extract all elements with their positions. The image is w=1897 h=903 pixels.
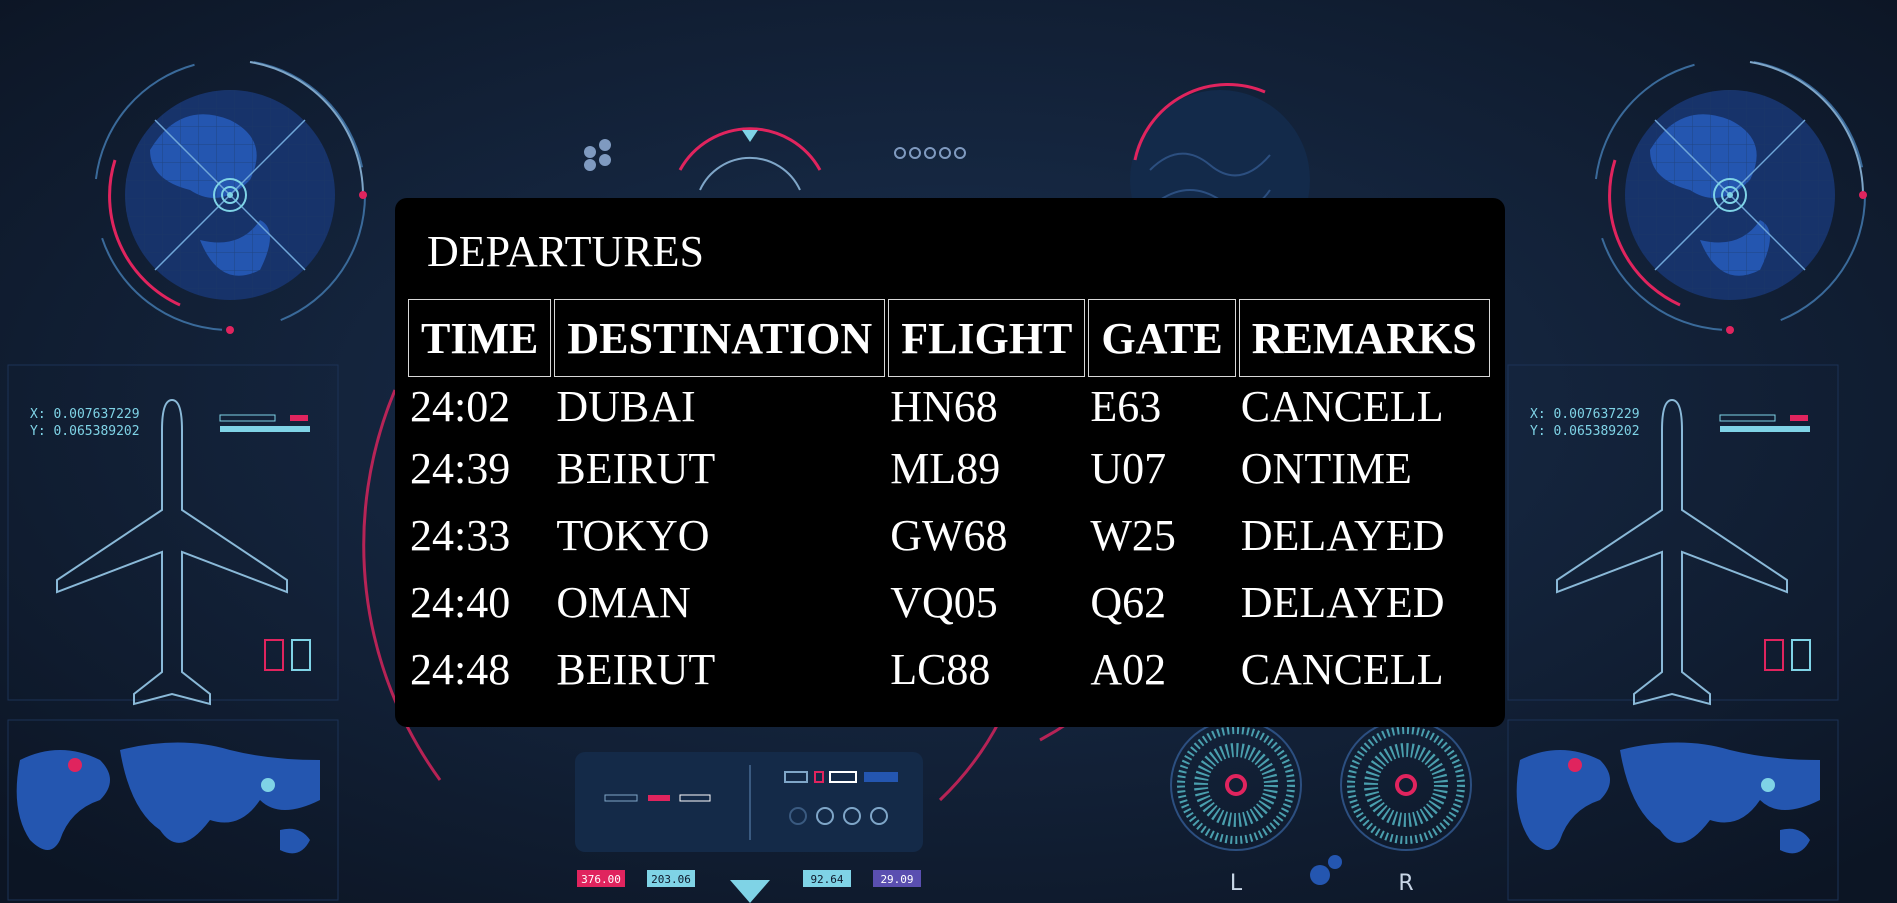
cell-time: 24:39 xyxy=(410,444,511,493)
cell-time: 24:40 xyxy=(410,578,511,627)
cell-destination: BEIRUT xyxy=(556,645,716,694)
cell-gate: U07 xyxy=(1090,444,1167,493)
cell-gate: W25 xyxy=(1090,511,1176,560)
column-header-flight: FLIGHT xyxy=(888,299,1086,377)
readout-4: 29.09 xyxy=(880,873,913,886)
cell-gate: Q62 xyxy=(1090,578,1167,627)
cell-time: 24:48 xyxy=(410,645,511,694)
cell-destination: DUBAI xyxy=(556,381,696,431)
coord-y-label-right: Y: 0.065389202 xyxy=(1530,424,1640,439)
coord-y-label: Y: 0.065389202 xyxy=(30,424,140,439)
coord-x-label-right: X: 0.007637229 xyxy=(1530,407,1640,422)
column-header-time: TIME xyxy=(408,299,552,377)
cell-destination: TOKYO xyxy=(556,511,710,560)
table-row: 24:40 OMAN VQ05 Q62 DELAYED xyxy=(408,569,1490,636)
coord-x-label: X: 0.007637229 xyxy=(30,407,140,422)
cell-flight: GW68 xyxy=(890,511,1008,560)
cell-remarks: ONTIME xyxy=(1240,444,1412,493)
table-row: 24:48 BEIRUT LC88 A02 CANCELL xyxy=(408,636,1490,703)
cell-remarks: DELAYED xyxy=(1240,578,1445,627)
cell-remarks: CANCELL xyxy=(1240,381,1444,431)
engine-right-label: R xyxy=(1398,871,1413,896)
cell-gate: E63 xyxy=(1090,381,1162,431)
table-header-row: TIME DESTINATION FLIGHT GATE REMARKS xyxy=(408,299,1490,377)
table-row: 24:39 BEIRUT ML89 U07 ONTIME xyxy=(408,435,1490,502)
cell-destination: BEIRUT xyxy=(556,444,716,493)
board-title: DEPARTURES xyxy=(427,227,704,276)
cell-destination: OMAN xyxy=(556,578,691,627)
cell-gate: A02 xyxy=(1090,645,1167,694)
readout-1: 376.00 xyxy=(581,873,621,886)
column-header-destination: DESTINATION xyxy=(554,299,886,377)
cell-remarks: DELAYED xyxy=(1240,511,1445,560)
cell-remarks: CANCELL xyxy=(1240,645,1444,694)
departures-table: TIME DESTINATION FLIGHT GATE REMARKS 24:… xyxy=(405,299,1493,703)
table-row: 24:02 DUBAI HN68 E63 CANCELL xyxy=(408,377,1490,435)
readout-3: 92.64 xyxy=(810,873,843,886)
cell-flight: VQ05 xyxy=(890,578,998,627)
cell-time: 24:33 xyxy=(410,511,511,560)
cell-flight: ML89 xyxy=(890,444,1001,493)
readout-2: 203.06 xyxy=(651,873,691,886)
cell-flight: LC88 xyxy=(890,645,991,694)
cell-flight: HN68 xyxy=(890,381,998,431)
departures-board: DEPARTURES TIME DESTINATION FLIGHT GATE … xyxy=(395,198,1505,727)
table-row: 24:33 TOKYO GW68 W25 DELAYED xyxy=(408,502,1490,569)
engine-left-label: L xyxy=(1230,871,1243,896)
cell-time: 24:02 xyxy=(410,381,511,431)
column-header-gate: GATE xyxy=(1088,299,1236,377)
column-header-remarks: REMARKS xyxy=(1238,299,1490,377)
control-panel xyxy=(575,752,923,852)
